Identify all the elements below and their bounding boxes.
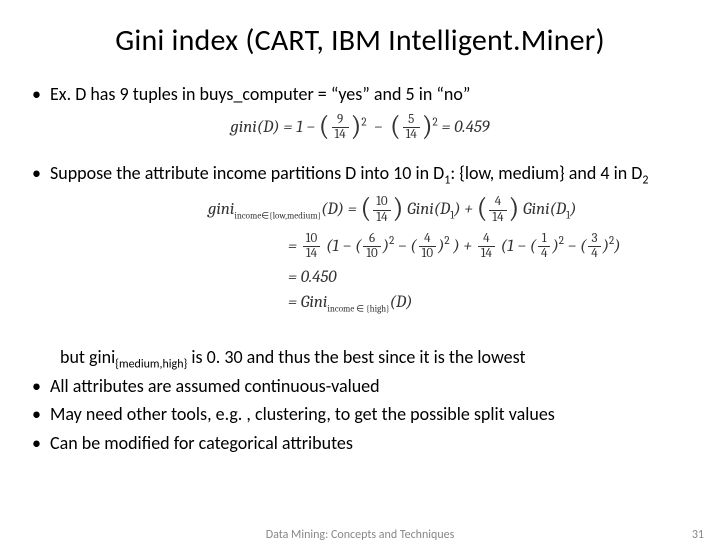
- bullet-list: Ex. D has 9 tuples in buys_computer = “y…: [28, 83, 692, 106]
- l2-t2d: 10: [419, 247, 436, 261]
- f2-bd: 14: [489, 211, 506, 225]
- f1-lhs: gini(D) = 1 −: [230, 117, 318, 136]
- bullet-1: Ex. D has 9 tuples in buys_computer = “y…: [28, 83, 692, 106]
- b2-sub2: 2: [642, 173, 648, 187]
- l2-bn: 4: [478, 232, 495, 247]
- l2-an: 10: [303, 232, 320, 247]
- indent-pre: but gini: [60, 346, 115, 368]
- f2-an: 10: [373, 195, 390, 210]
- bullet-list-3: All attributes are assumed continuous-va…: [28, 375, 692, 455]
- l2-t3n: 1: [538, 232, 550, 247]
- l2-t1n: 6: [363, 232, 380, 247]
- f2-ad: 14: [373, 211, 390, 225]
- page-number: 31: [692, 528, 704, 540]
- l2-t4n: 3: [588, 232, 600, 247]
- b2-mid: : {low, medium} and 4 in D: [450, 162, 642, 184]
- slide-title: Gini index (CART, IBM Intelligent.Miner): [28, 22, 692, 59]
- indent-post: is 0. 30 and thus the best since it is t…: [187, 346, 525, 368]
- l2-m3: ) +: [453, 237, 475, 256]
- bullet-list-2: Suppose the attribute income partitions …: [28, 162, 692, 189]
- f1-d1: 14: [332, 128, 349, 142]
- l2-m1: (1 − (: [326, 237, 361, 256]
- indent-sub: {medium,high}: [115, 358, 187, 372]
- bullet-5: Can be modified for categorical attribut…: [28, 432, 692, 455]
- l4-post: (D): [390, 293, 413, 312]
- l2-t1d: 10: [363, 247, 380, 261]
- slide: Gini index (CART, IBM Intelligent.Miner)…: [0, 0, 720, 540]
- formula-gini-d: gini(D) = 1 − (914)2 − (514)2 = 0.459: [28, 112, 692, 144]
- l4-sub: income ∈ {high}: [327, 304, 389, 314]
- f2-m3: Gini(D: [523, 200, 566, 219]
- f1-d2: 14: [403, 128, 420, 142]
- l2-m2: − (: [398, 237, 417, 256]
- indent-line: but gini{medium,high} is 0. 30 and thus …: [28, 346, 692, 373]
- f2-m1: Gini(D: [407, 200, 450, 219]
- f1-n1: 9: [332, 113, 349, 128]
- l2-ad: 14: [303, 247, 320, 261]
- formula-gini-income: giniincome∈{low,medium}(D) = (1014) Gini…: [28, 194, 692, 314]
- f1-n2: 5: [403, 113, 420, 128]
- f2-bn: 4: [489, 195, 506, 210]
- line3: = 0.450: [208, 268, 692, 287]
- l2-t3d: 4: [538, 247, 550, 261]
- bullet-4: May need other tools, e.g. , clustering,…: [28, 403, 692, 426]
- l2-bd: 14: [478, 247, 495, 261]
- f2-sub: income∈{low,medium}: [234, 211, 321, 221]
- l2-t2n: 4: [419, 232, 436, 247]
- f2-pre: gini: [208, 200, 234, 219]
- footer-text: Data Mining: Concepts and Techniques: [0, 528, 720, 540]
- bullet-3: All attributes are assumed continuous-va…: [28, 375, 692, 398]
- f2-m2: ) +: [454, 200, 476, 219]
- b2-pre: Suppose the attribute income partitions …: [50, 162, 444, 184]
- l4-pre: = Gini: [288, 293, 327, 312]
- f2-post: (D) =: [321, 200, 360, 219]
- bullet-2: Suppose the attribute income partitions …: [28, 162, 692, 189]
- f1-result: = 0.459: [441, 117, 489, 136]
- l2-t4d: 4: [588, 247, 600, 261]
- l2-pre: =: [288, 237, 301, 256]
- l2-end: ): [614, 237, 620, 256]
